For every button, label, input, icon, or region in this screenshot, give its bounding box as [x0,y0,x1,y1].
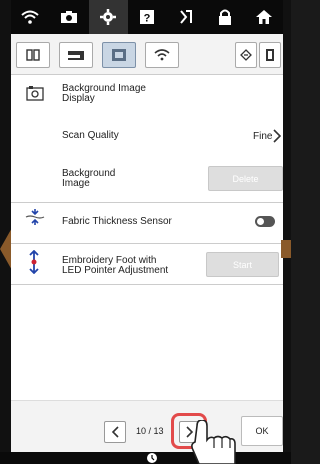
start-button[interactable]: Start [206,252,279,277]
tab-embroidery[interactable] [102,42,136,68]
tab-ruler[interactable] [259,42,281,68]
top-icon-bar: ? [11,0,283,34]
embroidery-frame-icon [112,49,126,61]
page-indicator: 10 / 13 [136,426,164,436]
tab-sewing[interactable] [59,42,93,68]
camera-icon[interactable] [50,0,89,34]
machine-screen: ? Background Image Display Scan Quality … [11,0,283,452]
fabric-sensor-label: Fabric Thickness Sensor [62,216,172,227]
background-image-label: Background Image [62,168,116,189]
embroidery-foot-label: Embroidery Foot with LED Pointer Adjustm… [62,255,169,276]
led-pointer-icon [29,250,39,274]
tab-network[interactable] [145,42,179,68]
pointing-hand-icon [191,420,236,464]
help-icon[interactable]: ? [128,0,167,34]
ok-button[interactable]: OK [241,416,283,446]
delete-button[interactable]: Delete [208,166,283,191]
book-icon [26,49,40,61]
background-display-label: Background Image Display [62,83,146,104]
bottom-strip [0,452,291,464]
tab-sound[interactable] [235,42,257,68]
chevron-left-icon [111,426,119,438]
chevron-right-icon[interactable] [273,129,281,143]
tab-general[interactable] [16,42,50,68]
wifi-icon [154,49,170,61]
right-side-tab [281,240,291,258]
gear-icon[interactable] [88,0,128,34]
background-image-icon [26,86,44,101]
toggle-knob [257,218,264,225]
fabric-thickness-icon [25,209,45,225]
clock-icon [147,453,157,463]
svg-text:?: ? [144,13,151,25]
scan-quality-label: Scan Quality [62,130,119,141]
sewing-machine-icon [68,51,84,60]
row-divider [11,202,283,203]
prev-page-button[interactable] [104,421,126,443]
thread-icon[interactable] [166,0,205,34]
row-divider [11,284,283,285]
settings-list: Background Image Display Scan Quality Fi… [11,75,283,400]
home-icon[interactable] [244,0,283,34]
fabric-sensor-toggle[interactable] [255,216,275,227]
device-frame: ? Background Image Display Scan Quality … [0,0,291,464]
scan-quality-value[interactable]: Fine [253,131,272,142]
lock-icon[interactable] [205,0,244,34]
ruler-icon [266,49,274,61]
wifi-icon[interactable] [11,0,50,34]
sound-icon [240,49,252,61]
settings-tab-bar [11,34,283,75]
row-divider [11,243,283,244]
